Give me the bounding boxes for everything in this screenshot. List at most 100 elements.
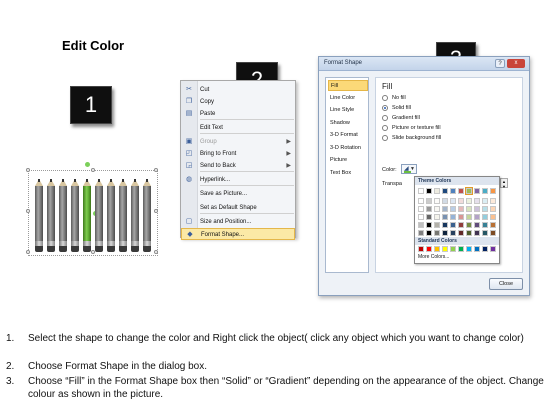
pencil-shape[interactable]: [47, 179, 55, 253]
theme-color-swatch[interactable]: [466, 214, 472, 220]
menu-item-bring-to-front[interactable]: ◰ Bring to Front ▶: [181, 148, 295, 160]
close-button[interactable]: Close: [489, 278, 523, 290]
help-button[interactable]: ?: [495, 59, 505, 68]
menu-item-size-and-position[interactable]: ▢ Size and Position...: [181, 216, 295, 228]
theme-color-swatch[interactable]: [450, 206, 456, 212]
standard-color-swatch[interactable]: [418, 246, 424, 252]
theme-color-swatch[interactable]: [482, 230, 488, 236]
theme-color-swatch[interactable]: [426, 206, 432, 212]
theme-color-swatch[interactable]: [482, 198, 488, 204]
menu-item-set-as-default-shape[interactable]: Set as Default Shape: [181, 202, 295, 214]
menu-item-copy[interactable]: ❐ Copy: [181, 96, 295, 108]
resize-handle[interactable]: [26, 168, 30, 172]
theme-color-swatch[interactable]: [434, 206, 440, 212]
theme-color-swatch[interactable]: [474, 214, 480, 220]
theme-color-swatch[interactable]: [442, 214, 448, 220]
theme-color-swatch[interactable]: [426, 230, 432, 236]
nav-item-fill[interactable]: Fill: [328, 80, 368, 91]
resize-handle[interactable]: [26, 209, 30, 213]
theme-color-swatch[interactable]: [465, 187, 473, 195]
theme-color-swatch[interactable]: [474, 198, 480, 204]
theme-color-swatch[interactable]: [490, 198, 496, 204]
pencil-shape-group[interactable]: [26, 162, 158, 256]
transparency-spinner[interactable]: ▲ ▼: [500, 178, 508, 189]
resize-handle[interactable]: [154, 168, 158, 172]
theme-color-swatch[interactable]: [450, 222, 456, 228]
theme-color-swatch[interactable]: [466, 206, 472, 212]
standard-color-swatch[interactable]: [490, 246, 496, 252]
theme-color-swatch[interactable]: [458, 198, 464, 204]
theme-color-swatch[interactable]: [426, 198, 432, 204]
nav-item-3-d-format[interactable]: 3-D Format: [328, 130, 368, 141]
theme-color-swatch[interactable]: [418, 222, 424, 228]
theme-color-swatch[interactable]: [418, 230, 424, 236]
radio-button[interactable]: [382, 125, 388, 131]
resize-handle[interactable]: [154, 250, 158, 254]
theme-color-swatch[interactable]: [482, 222, 488, 228]
pencil-shape[interactable]: [83, 179, 91, 253]
menu-item-group[interactable]: ▣ Group ▶: [181, 136, 295, 148]
menu-item-save-as-picture[interactable]: Save as Picture...: [181, 188, 295, 200]
theme-color-swatch[interactable]: [450, 214, 456, 220]
standard-color-swatch[interactable]: [466, 246, 472, 252]
standard-color-swatch[interactable]: [426, 246, 432, 252]
theme-color-swatch[interactable]: [442, 222, 448, 228]
theme-color-swatch[interactable]: [482, 214, 488, 220]
nav-item-3-d-rotation[interactable]: 3-D Rotation: [328, 143, 368, 154]
standard-color-swatch[interactable]: [482, 246, 488, 252]
radio-button[interactable]: [382, 115, 388, 121]
standard-color-swatch[interactable]: [450, 246, 456, 252]
resize-handle[interactable]: [154, 209, 158, 213]
standard-color-swatch[interactable]: [434, 246, 440, 252]
theme-color-swatch[interactable]: [426, 222, 432, 228]
theme-color-swatch[interactable]: [458, 214, 464, 220]
theme-color-swatch[interactable]: [490, 222, 496, 228]
more-colors-link[interactable]: More Colors...: [418, 254, 449, 260]
menu-item-format-shape[interactable]: ◆ Format Shape...: [181, 228, 295, 240]
nav-item-picture[interactable]: Picture: [328, 155, 368, 166]
theme-color-swatch[interactable]: [434, 222, 440, 228]
standard-color-swatch[interactable]: [442, 246, 448, 252]
theme-color-swatch[interactable]: [442, 206, 448, 212]
menu-item-send-to-back[interactable]: ◲ Send to Back ▶: [181, 160, 295, 172]
standard-color-swatch[interactable]: [474, 246, 480, 252]
pencil-shape[interactable]: [95, 179, 103, 253]
nav-item-text-box[interactable]: Text Box: [328, 168, 368, 179]
theme-color-swatch[interactable]: [474, 230, 480, 236]
close-icon[interactable]: x: [507, 59, 525, 68]
nav-item-line-style[interactable]: Line Style: [328, 105, 368, 116]
theme-color-swatch[interactable]: [474, 222, 480, 228]
pencil-shape[interactable]: [107, 179, 115, 253]
dialog-titlebar[interactable]: Format Shape ? x: [319, 57, 529, 71]
theme-color-swatch[interactable]: [490, 214, 496, 220]
pencil-shape[interactable]: [35, 179, 43, 253]
theme-color-swatch[interactable]: [458, 188, 464, 194]
color-picker-button[interactable]: ◢ ▼: [401, 164, 417, 174]
theme-color-swatch[interactable]: [482, 188, 488, 194]
theme-color-swatch[interactable]: [442, 230, 448, 236]
theme-color-swatch[interactable]: [434, 188, 440, 194]
theme-color-swatch[interactable]: [426, 188, 432, 194]
theme-color-swatch[interactable]: [426, 214, 432, 220]
theme-color-swatch[interactable]: [482, 206, 488, 212]
theme-color-swatch[interactable]: [418, 214, 424, 220]
theme-color-swatch[interactable]: [442, 198, 448, 204]
radio-button[interactable]: [382, 95, 388, 101]
theme-color-swatch[interactable]: [458, 230, 464, 236]
pencil-shape[interactable]: [143, 179, 151, 253]
pencil-shape[interactable]: [59, 179, 67, 253]
theme-color-swatch[interactable]: [490, 188, 496, 194]
theme-color-swatch[interactable]: [466, 230, 472, 236]
resize-handle[interactable]: [91, 168, 95, 172]
theme-color-swatch[interactable]: [418, 206, 424, 212]
rotation-handle[interactable]: [84, 162, 90, 167]
theme-color-swatch[interactable]: [450, 198, 456, 204]
menu-item-edit-text[interactable]: Edit Text: [181, 122, 295, 134]
radio-button[interactable]: [382, 105, 388, 111]
theme-color-swatch[interactable]: [474, 188, 480, 194]
theme-color-swatch[interactable]: [466, 198, 472, 204]
pencil-shape[interactable]: [71, 179, 79, 253]
radio-button[interactable]: [382, 135, 388, 141]
theme-color-swatch[interactable]: [450, 230, 456, 236]
theme-color-swatch[interactable]: [434, 230, 440, 236]
